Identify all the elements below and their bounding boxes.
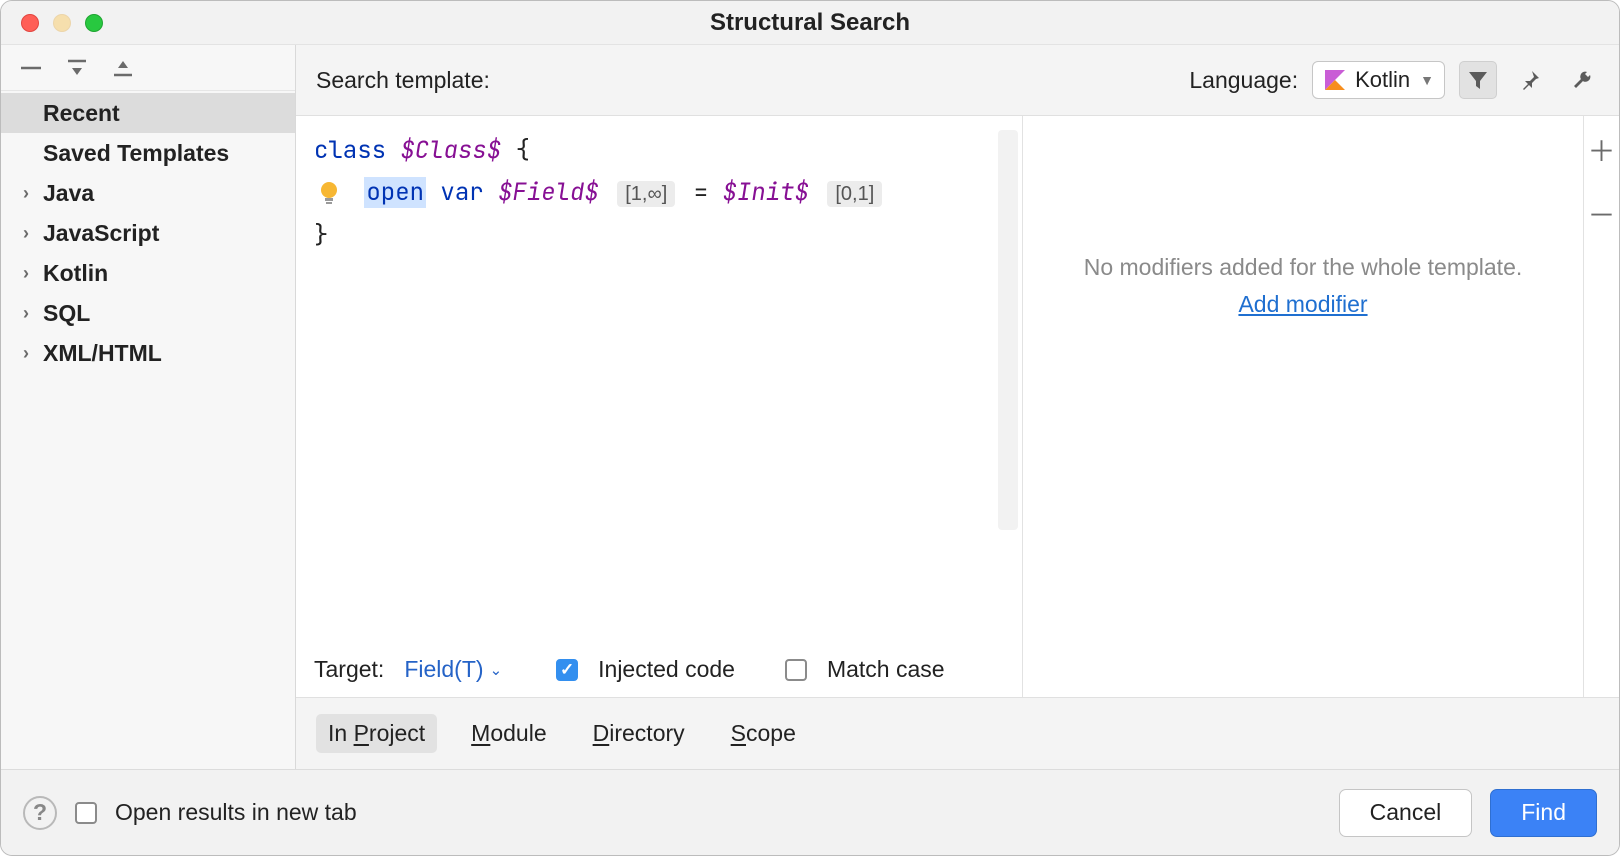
code-keyword-open: open [364, 177, 426, 208]
sidebar-item-recent[interactable]: ›Recent [1, 93, 295, 133]
cancel-button[interactable]: Cancel [1339, 789, 1473, 837]
modifiers-panel: No modifiers added for the whole templat… [1023, 116, 1583, 697]
sidebar-item-label: XML/HTML [43, 340, 162, 367]
titlebar: Structural Search [1, 1, 1619, 45]
language-selector[interactable]: Kotlin ▼ [1312, 61, 1445, 99]
sidebar-item-label: JavaScript [43, 220, 159, 247]
scrollbar[interactable] [998, 130, 1018, 530]
code-equals: = [694, 177, 708, 208]
injected-code-checkbox[interactable] [556, 659, 578, 681]
target-label: Target: [314, 656, 384, 683]
code-variable-class: $Class$ [400, 135, 501, 166]
chevron-right-icon: › [17, 183, 35, 204]
sidebar-item-javascript[interactable]: › JavaScript [1, 213, 295, 253]
chevron-right-icon: › [17, 343, 35, 364]
sidebar-item-label: Kotlin [43, 260, 108, 287]
window-title: Structural Search [1, 9, 1619, 37]
pin-icon[interactable] [1511, 61, 1549, 99]
target-value: Field(T) [404, 656, 483, 683]
chevron-right-icon: › [17, 303, 35, 324]
scope-tab-in-project[interactable]: In Project [316, 714, 437, 753]
sidebar-item-sql[interactable]: › SQL [1, 293, 295, 333]
sidebar-item-xml-html[interactable]: › XML/HTML [1, 333, 295, 373]
add-icon[interactable]: ＋ [1587, 130, 1615, 170]
collapse-all-icon[interactable] [19, 56, 43, 80]
code-open-brace: { [516, 135, 530, 166]
help-button[interactable]: ? [23, 796, 57, 830]
language-value: Kotlin [1355, 67, 1410, 93]
code-variable-init: $Init$ [723, 177, 809, 208]
target-bar: Target: Field(T) ⌄ Injected code Match c… [296, 644, 1022, 697]
code-keyword-class: class [314, 135, 386, 166]
chevron-down-icon: ⌄ [490, 661, 503, 679]
code-count-annotation: [0,1] [827, 181, 882, 207]
search-template-label: Search template: [316, 67, 490, 94]
settings-icon[interactable] [1563, 61, 1601, 99]
main-panel: Search template: Language: Kotlin ▼ [296, 45, 1619, 769]
add-modifier-link[interactable]: Add modifier [1238, 291, 1367, 318]
scope-tab-module[interactable]: Module [459, 714, 558, 753]
search-template-editor[interactable]: class $Class$ { open va [296, 116, 1022, 644]
scope-tabs: In Project Module Directory Scope [296, 697, 1619, 769]
sidebar-item-label: Recent [43, 100, 120, 127]
chevron-right-icon: › [17, 263, 35, 284]
filter-icon[interactable] [1459, 61, 1497, 99]
chevron-down-icon: ▼ [1420, 72, 1434, 88]
sidebar-item-label: Saved Templates [43, 140, 229, 167]
open-new-tab-checkbox[interactable] [75, 802, 97, 824]
find-button[interactable]: Find [1490, 789, 1597, 837]
dialog-footer: ? Open results in new tab Cancel Find [1, 769, 1619, 855]
match-case-label: Match case [827, 656, 945, 683]
target-selector[interactable]: Field(T) ⌄ [404, 656, 502, 683]
kotlin-icon [1325, 70, 1345, 90]
sidebar-item-label: Java [43, 180, 94, 207]
language-label: Language: [1189, 67, 1298, 94]
sidebar-item-kotlin[interactable]: › Kotlin [1, 253, 295, 293]
injected-code-label: Injected code [598, 656, 735, 683]
templates-sidebar: ›Recent ›Saved Templates ›Java ›JavaScri… [1, 45, 296, 769]
remove-icon[interactable]: － [1587, 194, 1615, 234]
scope-tab-directory[interactable]: Directory [581, 714, 697, 753]
intention-bulb-icon[interactable] [318, 180, 340, 206]
match-case-checkbox[interactable] [785, 659, 807, 681]
scope-tab-scope[interactable]: Scope [719, 714, 808, 753]
modifiers-empty-message: No modifiers added for the whole templat… [1084, 254, 1523, 281]
expand-all-icon[interactable] [65, 56, 89, 80]
structural-search-dialog: Structural Search ›Recent [0, 0, 1620, 856]
code-count-annotation: [1,∞] [617, 181, 675, 207]
chevron-right-icon: › [17, 223, 35, 244]
code-variable-field: $Field$ [498, 177, 599, 208]
sidebar-item-java[interactable]: › Java [1, 173, 295, 213]
sidebar-item-label: SQL [43, 300, 90, 327]
templates-tree: ›Recent ›Saved Templates ›Java ›JavaScri… [1, 91, 295, 373]
open-new-tab-label: Open results in new tab [115, 799, 357, 826]
code-close-brace: } [314, 220, 328, 251]
code-keyword-var: var [440, 177, 483, 208]
collapse-tree-icon[interactable] [111, 56, 135, 80]
editor-header: Search template: Language: Kotlin ▼ [296, 45, 1619, 115]
sidebar-item-saved-templates[interactable]: ›Saved Templates [1, 133, 295, 173]
modifiers-side-toolbar: ＋ － [1583, 116, 1619, 697]
sidebar-toolbar [1, 45, 295, 91]
